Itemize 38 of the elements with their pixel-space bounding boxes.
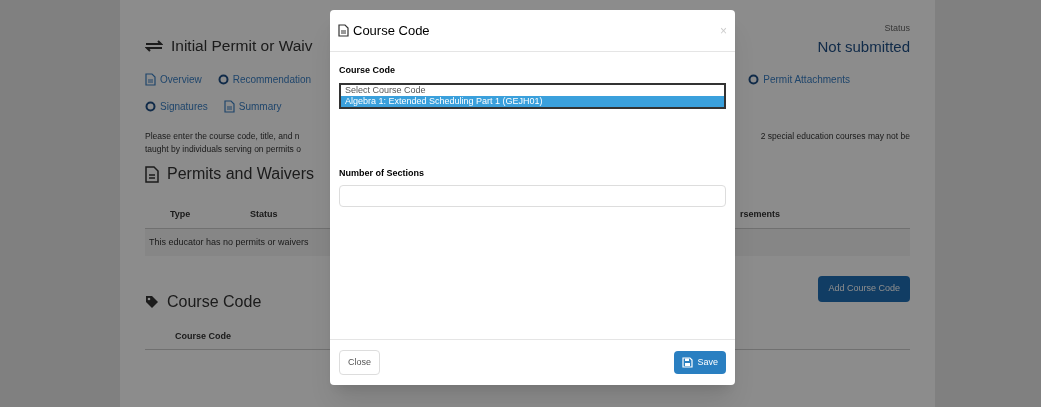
column-header: Type [170, 208, 192, 221]
column-header: Course Code [175, 329, 231, 343]
close-button[interactable]: × [720, 21, 727, 40]
document-icon [338, 24, 349, 37]
number-of-sections-field[interactable] [339, 185, 726, 207]
tab-link[interactable]: Recommendation [217, 72, 312, 87]
dialog-title: Course Code [353, 21, 430, 40]
instruction-text: 2 special education courses may not be [760, 130, 910, 143]
field-label: Course Code [339, 64, 396, 77]
section-heading: Course Code [167, 291, 262, 312]
instruction-text: Please enter the course code, title, and n [145, 130, 301, 143]
listbox-option[interactable]: Select Course Code [341, 84, 724, 96]
circle-icon [145, 101, 156, 112]
tag-icon [145, 294, 159, 309]
circle-icon [748, 74, 760, 85]
listbox-option[interactable]: Algebra 1: Extended Scheduling Part 1 (GEJH01) [341, 95, 724, 107]
document-icon [145, 73, 156, 86]
transfer-icon [145, 39, 163, 52]
section-heading: Permits and Waivers [167, 164, 314, 184]
column-header: rsements [740, 208, 782, 221]
tab-link[interactable]: Signatures [145, 99, 208, 114]
field-label: Number of Sections [339, 166, 425, 180]
column-header: Status [250, 208, 279, 221]
page-title: Initial Permit or Waiv [171, 36, 313, 56]
document-icon [145, 165, 159, 183]
status-label: Status [884, 22, 910, 35]
add-course-code-button[interactable]: Add Course Code [818, 276, 910, 302]
save-button[interactable]: Save [674, 350, 726, 375]
empty-message: This educator has no permits or waivers [149, 236, 309, 247]
tab-link[interactable]: Summary [223, 99, 282, 114]
circle-icon [217, 74, 229, 85]
course-code-listbox[interactable]: Select Course Code Algebra 1: Extended Scheduling Part 1 (GEJH01) [339, 82, 726, 109]
close-button[interactable]: Close [339, 349, 380, 376]
instruction-text: taught by individuals serving on permits o [145, 143, 301, 156]
status-value: Not submitted [817, 36, 910, 57]
tab-link[interactable]: Permit Attachments [748, 72, 850, 87]
tab-link[interactable]: Overview [145, 72, 202, 87]
document-icon [223, 100, 235, 113]
